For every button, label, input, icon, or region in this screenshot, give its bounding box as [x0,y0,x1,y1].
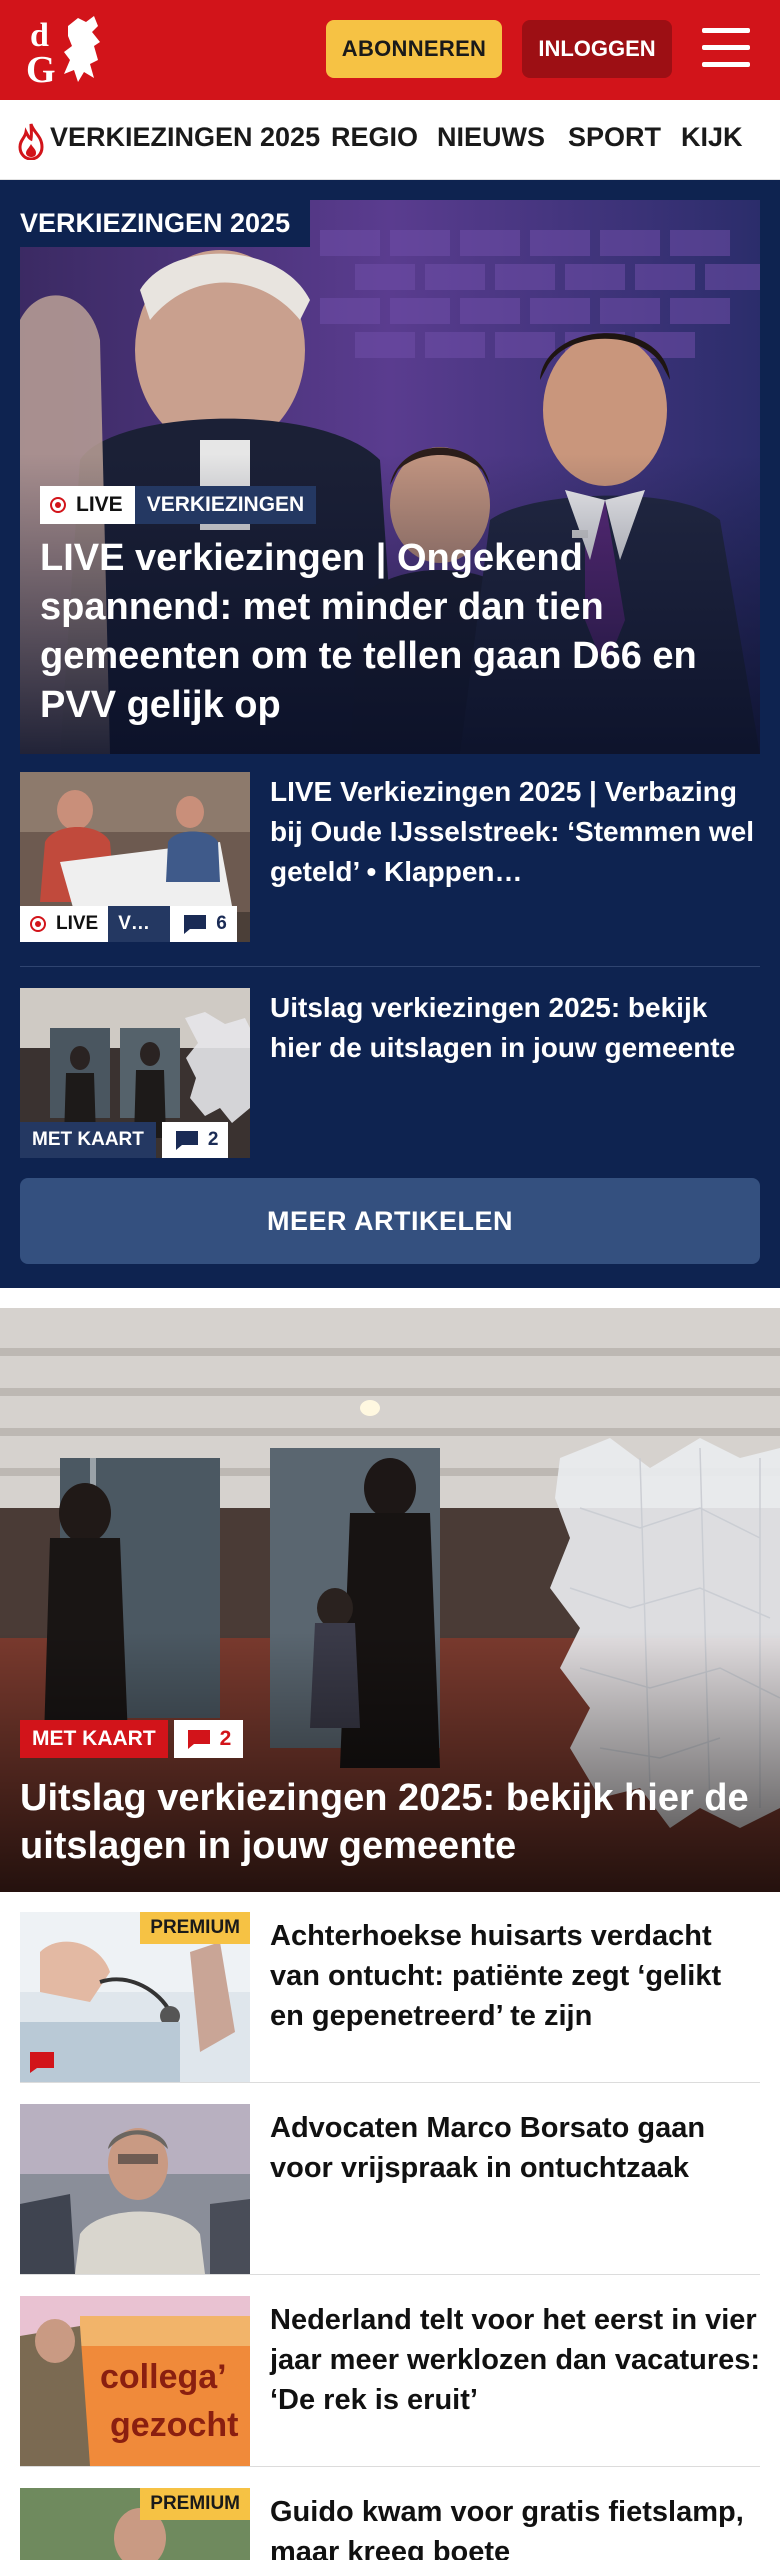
list-item[interactable]: PREMIUM Achterhoekse huisarts verdacht v… [20,1912,760,2102]
svg-text:collega’: collega’ [100,2358,227,2396]
map-badge: MET KAART [20,1122,156,1158]
svg-text:gezocht: gezocht [110,2406,238,2444]
flame-icon [18,123,44,160]
nav-item-nieuws[interactable]: NIEUWS [437,122,545,153]
vacancy-sign-photo: collega’ gezocht [20,2296,250,2466]
nav-item-sport[interactable]: SPORT [568,122,661,153]
article-thumbnail [20,2104,250,2274]
category-badge: VERKIEZINGEN [134,486,317,524]
article-title[interactable]: Uitslag verkiezingen 2025: bekijk hier d… [270,988,760,1068]
article-title[interactable]: Achterhoekse huisarts verdacht van ontuc… [270,1916,760,2036]
feature-title[interactable]: Uitslag verkiezingen 2025: bekijk hier d… [20,1774,760,1870]
more-articles-button[interactable]: MEER ARTIKELEN [20,1178,760,1264]
live-dot-icon [30,916,46,932]
article-title[interactable]: Nederland telt voor het eerst in vier ja… [270,2300,760,2420]
article-thumbnail: MET KAART 2 [20,988,250,1158]
section-label[interactable]: VERKIEZINGEN 2025 [20,200,311,247]
list-item[interactable]: PREMIUM Guido kwam voor gratis fietslamp… [20,2488,760,2560]
premium-badge: PREMIUM [140,2488,250,2520]
live-dot-icon [50,497,66,513]
article-title[interactable]: Guido kwam voor gratis fietslamp, maar k… [270,2492,760,2560]
chat-icon[interactable] [28,2050,56,2074]
map-badge: MET KAART [20,1720,168,1758]
live-badge: LIVE [40,486,135,524]
login-button[interactable]: INLOGGEN [522,20,672,78]
article-thumbnail: PREMIUM [20,1912,250,2082]
comment-count[interactable]: 2 [161,1122,229,1158]
list-item[interactable]: collega’ gezocht Nederland telt voor het… [20,2296,760,2486]
hero-title[interactable]: LIVE verkiezingen | Ongekend spannend: m… [40,534,740,730]
article-thumbnail: PREMIUM [20,2488,250,2560]
comment-count[interactable]: 6 [170,906,237,942]
article-thumbnail: LIVE V… 6 [20,772,250,942]
main-nav: VERKIEZINGEN 2025 REGIO NIEUWS SPORT KIJ… [0,100,780,180]
premium-badge: PREMIUM [140,1912,250,1944]
lawyer-photo [20,2104,250,2274]
divider [20,2466,760,2467]
election-section: VERKIEZINGEN 2025 LIVE VERKIEZINGEN LIVE… [0,180,780,1288]
hero-article[interactable]: VERKIEZINGEN 2025 LIVE VERKIEZINGEN LIVE… [20,200,760,754]
hamburger-menu-icon[interactable] [700,24,752,72]
chat-icon [175,1131,198,1150]
feature-article[interactable]: MET KAART 2 Uitslag verkiezingen 2025: b… [0,1308,780,1892]
divider [20,2274,760,2275]
divider [20,2082,760,2083]
live-badge: LIVE [20,906,109,942]
list-item[interactable]: LIVE V… 6 LIVE Verkiezingen 2025 | Verba… [20,772,760,948]
category-badge: V… [108,906,171,942]
article-title[interactable]: LIVE Verkiezingen 2025 | Verbazing bij O… [270,772,760,892]
svg-text:G: G [26,49,56,88]
comment-count[interactable]: 2 [173,1720,244,1758]
chat-icon [184,915,207,934]
nav-item-verkiezingen[interactable]: VERKIEZINGEN 2025 [50,122,320,153]
list-item[interactable]: Advocaten Marco Borsato gaan voor vrijsp… [20,2104,760,2294]
list-item[interactable]: MET KAART 2 Uitslag verkiezingen 2025: b… [20,988,760,1164]
article-badges: MET KAART 2 [20,1122,229,1158]
chat-icon [187,1730,210,1749]
article-title[interactable]: Advocaten Marco Borsato gaan voor vrijsp… [270,2108,760,2188]
nav-item-regio[interactable]: REGIO [331,122,418,153]
hero-badges: LIVE VERKIEZINGEN [40,486,317,524]
article-badges: LIVE V… 6 [20,906,237,942]
article-thumbnail: collega’ gezocht [20,2296,250,2466]
nav-item-kijk[interactable]: KIJK [681,122,743,153]
feature-badges: MET KAART 2 [20,1720,244,1758]
subscribe-button[interactable]: ABONNEREN [326,20,502,78]
dg-logo[interactable]: d G [24,12,116,88]
divider [20,966,760,967]
top-header: d G ABONNEREN INLOGGEN [0,0,780,100]
